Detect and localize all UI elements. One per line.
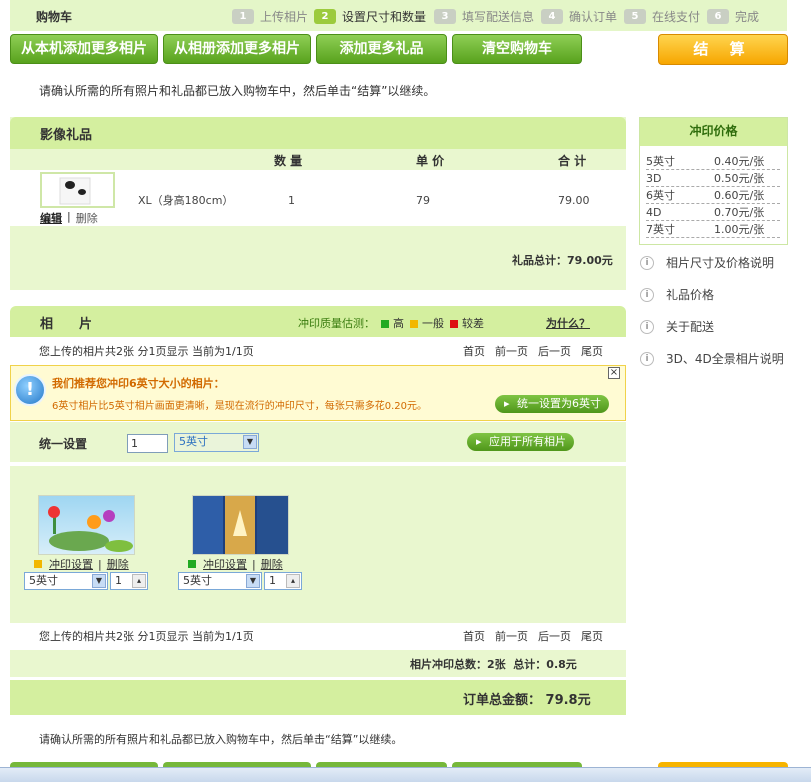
quality-medium: 一般 (410, 315, 444, 331)
qty-header: 数 量 (274, 154, 303, 168)
separator: | (67, 210, 71, 223)
gift-actions: 编辑 | 删除 (40, 210, 98, 226)
quality-legend: 冲印质量估测： 高 一般 较差 (298, 315, 484, 331)
separator: | (98, 557, 102, 571)
print-settings-link[interactable]: 冲印设置 (203, 556, 247, 572)
sidebar-link-3d4d[interactable]: i 3D、4D全景相片说明 (640, 350, 784, 367)
info-icon: i (640, 287, 654, 302)
checkout-button[interactable]: 结 算 (658, 34, 788, 65)
step-1: 1 上传相片 (232, 8, 308, 25)
step-2: 2 设置尺寸和数量 (314, 8, 426, 25)
last-page-link[interactable]: 尾页 (581, 628, 603, 644)
add-album-photos-button[interactable]: 从相册添加更多相片 (163, 34, 311, 64)
info-icon: i (640, 255, 654, 270)
photo-2-actions: 冲印设置 | 删除 (188, 556, 283, 572)
chevron-down-icon: ▼ (92, 574, 106, 588)
prev-page-link[interactable]: 前一页 (495, 628, 528, 644)
pager-bottom: 首页 前一页 后一页 尾页 (463, 628, 603, 644)
photo-thumbnail-2[interactable] (192, 495, 289, 555)
chevron-down-icon: ▼ (243, 435, 257, 449)
add-local-photos-button[interactable]: 从本机添加更多相片 (10, 34, 158, 64)
confirm-notice: 请确认所需的所有照片和礼品都已放入购物车中，然后单击“结算”以继续。 (39, 84, 436, 98)
quality-label: 冲印质量估测： (298, 317, 375, 330)
photos-title: 相 片 (40, 317, 93, 332)
close-icon[interactable]: × (608, 367, 620, 379)
price-row: 5英寸 0.40元/张 (646, 153, 780, 170)
unify-label: 统一设置 (39, 437, 88, 451)
gift-delete-link[interactable]: 删除 (76, 210, 98, 226)
quality-poor: 较差 (450, 315, 484, 331)
step-6: 6 完成 (707, 8, 759, 25)
recommend-title: 我们推荐您冲印6英寸大小的相片： (52, 377, 225, 390)
pager-info-top: 您上传的相片共2张 分1页显示 当前为1/1页 (39, 345, 254, 358)
gift-unit-price: 79 (416, 194, 430, 207)
price-row: 7英寸 1.00元/张 (646, 221, 780, 238)
confirm-notice-bottom: 请确认所需的所有照片和礼品都已放入购物车中，然后单击“结算”以继续。 (39, 733, 403, 746)
price-row: 6英寸 0.60元/张 (646, 187, 780, 204)
sidebar-link-gift-price[interactable]: i 礼品价格 (640, 286, 714, 303)
info-icon: i (640, 319, 654, 334)
sidebar-link-delivery[interactable]: i 关于配送 (640, 318, 714, 335)
pager-info-bottom: 您上传的相片共2张 分1页显示 当前为1/1页 (39, 630, 254, 643)
gift-edit-link[interactable]: 编辑 (40, 210, 62, 226)
next-page-link[interactable]: 后一页 (538, 628, 571, 644)
horizontal-scrollbar[interactable] (0, 767, 811, 782)
photo-2-size-select[interactable]: 5英寸 ▼ (178, 572, 262, 590)
total-header: 合 计 (558, 154, 587, 168)
photo-2-qty-stepper[interactable]: 1 ▴ (264, 572, 302, 590)
photo-1-actions: 冲印设置 | 删除 (34, 556, 129, 572)
stepper-arrows-icon[interactable]: ▴ (132, 574, 146, 588)
pager-top: 首页 前一页 后一页 尾页 (463, 343, 603, 359)
step-4: 4 确认订单 (541, 8, 617, 25)
gift-subtotal: 礼品总计：79.00元 (512, 254, 613, 267)
last-page-link[interactable]: 尾页 (581, 343, 603, 359)
print-settings-link[interactable]: 冲印设置 (49, 556, 93, 572)
separator: | (252, 557, 256, 571)
step-3: 3 填写配送信息 (434, 8, 534, 25)
first-page-link[interactable]: 首页 (463, 343, 485, 359)
quality-indicator (34, 560, 42, 568)
photo-thumbnail-1[interactable] (38, 495, 135, 555)
set-all-6inch-button[interactable]: 统一设置为6英寸 (495, 395, 609, 413)
unit-price-header: 单 价 (416, 154, 445, 168)
cart-title: 购物车 (36, 10, 73, 24)
photo-delete-link[interactable]: 删除 (107, 556, 129, 572)
gifts-header (10, 117, 626, 149)
photo-delete-link[interactable]: 删除 (261, 556, 283, 572)
gift-name: XL（身高180cm） (138, 194, 234, 207)
quality-indicator (188, 560, 196, 568)
apply-all-button[interactable]: 应用于所有相片 (467, 433, 574, 451)
photos-summary: 相片冲印总数：2张 总计：0.8元 (410, 658, 577, 671)
unify-size-select[interactable]: 5英寸 ▼ (174, 433, 259, 452)
first-page-link[interactable]: 首页 (463, 628, 485, 644)
why-link[interactable]: 为什么？ (546, 315, 590, 331)
step-5: 5 在线支付 (624, 8, 700, 25)
recommend-text: 6英寸相片比5英寸相片画面更清晰，是现在流行的冲印尺寸，每张只需多花0.20元。 (52, 401, 427, 412)
gifts-title: 影像礼品 (40, 128, 93, 143)
price-title: 冲印价格 (640, 118, 787, 146)
prev-page-link[interactable]: 前一页 (495, 343, 528, 359)
next-page-link[interactable]: 后一页 (538, 343, 571, 359)
sidebar-link-size-price[interactable]: i 相片尺寸及价格说明 (640, 254, 774, 271)
info-icon: i (640, 351, 654, 366)
gift-thumbnail (40, 172, 115, 208)
gift-qty: 1 (288, 194, 295, 207)
gift-total: 79.00 (558, 194, 590, 207)
price-list: 5英寸 0.40元/张 3D 0.50元/张 6英寸 0.60元/张 4D 0.70元/… (646, 153, 780, 238)
add-gifts-button[interactable]: 添加更多礼品 (316, 34, 447, 64)
unify-qty-input[interactable]: 1 (127, 434, 168, 453)
photo-1-size-select[interactable]: 5英寸 ▼ (24, 572, 108, 590)
price-row: 4D 0.70元/张 (646, 204, 780, 221)
price-row: 3D 0.50元/张 (646, 170, 780, 187)
step-bar: 购物车 1 上传相片 2 设置尺寸和数量 3 填写配送信息 4 确认订单 5 在线支付 6… (10, 0, 787, 31)
order-total: 订单总金额： 79.8元 (463, 693, 591, 708)
photo-1-qty-stepper[interactable]: 1 ▴ (110, 572, 148, 590)
chevron-down-icon: ▼ (246, 574, 260, 588)
info-icon: ! (14, 374, 46, 406)
stepper-arrows-icon[interactable]: ▴ (286, 574, 300, 588)
clear-cart-button[interactable]: 清空购物车 (452, 34, 582, 64)
quality-high: 高 (381, 315, 404, 331)
